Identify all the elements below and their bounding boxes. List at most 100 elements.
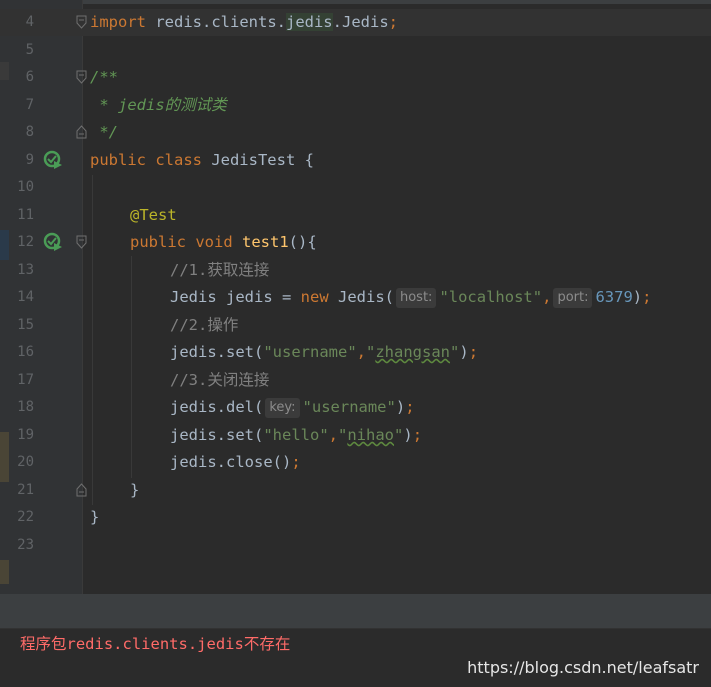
- string-literal: "hello": [263, 426, 329, 444]
- line-number: 15: [17, 317, 34, 333]
- quote: ": [338, 426, 348, 444]
- code-line[interactable]: 23: [0, 532, 711, 559]
- code-text[interactable]: public class JedisTest {: [90, 147, 314, 174]
- import-path: .Jedis: [332, 13, 389, 31]
- code-line[interactable]: 14 Jedis jedis = new Jedis(host: "localho…: [0, 284, 711, 311]
- code-line[interactable]: 15 //2.操作: [0, 312, 711, 339]
- fold-marker-icon[interactable]: [76, 235, 87, 249]
- declaration: Jedis jedis =: [170, 288, 301, 306]
- typo-string: zhangsan: [375, 343, 450, 361]
- code-text[interactable]: jedis.del(key: "username");: [170, 394, 415, 421]
- annotation: @Test: [130, 206, 177, 224]
- doc-comment: */: [90, 123, 118, 141]
- code-line[interactable]: 8 */: [0, 119, 711, 146]
- line-number: 20: [17, 454, 34, 470]
- error-suffix: 不存在: [243, 635, 291, 653]
- code-line[interactable]: 20 jedis.close();: [0, 449, 711, 476]
- keyword: new: [300, 288, 329, 306]
- doc-comment: /**: [90, 68, 118, 86]
- code-text[interactable]: @Test: [130, 202, 177, 229]
- line-comment: //3.关闭连接: [170, 371, 270, 389]
- code-editor[interactable]: 4 import redis.clients.jedis.Jedis; 5 6 …: [0, 0, 711, 594]
- quote: ": [450, 343, 460, 361]
- fold-end-icon[interactable]: [76, 125, 87, 139]
- code-text[interactable]: jedis.set("username","zhangsan");: [170, 339, 478, 366]
- class-name: JedisTest {: [201, 151, 314, 169]
- closing-brace: }: [90, 508, 100, 526]
- semicolon: ;: [405, 398, 415, 416]
- code-line[interactable]: 7 * jedis的测试类: [0, 92, 711, 119]
- semicolon: ;: [412, 426, 423, 444]
- line-number: 19: [17, 427, 34, 443]
- code-line[interactable]: 5: [0, 37, 711, 64]
- line-comment: //2.操作: [170, 316, 239, 334]
- line-number: 4: [25, 14, 34, 30]
- method-call: jedis.set(: [170, 426, 264, 444]
- close-paren: ): [403, 426, 413, 444]
- code-text[interactable]: import redis.clients.jedis.Jedis;: [90, 9, 398, 36]
- line-number: 6: [25, 69, 34, 85]
- line-number: 22: [17, 509, 34, 525]
- watermark: https://blog.csdn.net/leafsatr: [467, 658, 699, 677]
- import-keyword: import: [90, 13, 146, 31]
- code-line[interactable]: 12 public void test1(){: [0, 229, 711, 256]
- string-literal: "username": [263, 343, 357, 361]
- method-call: jedis.close(): [170, 453, 292, 471]
- code-line[interactable]: 22 }: [0, 504, 711, 531]
- code-line[interactable]: 6 /**: [0, 64, 711, 91]
- line-comment: //1.获取连接: [170, 261, 270, 279]
- keyword: public class: [90, 151, 202, 169]
- code-text[interactable]: Jedis jedis = new Jedis(host: "localhost"…: [170, 284, 651, 311]
- method-call: jedis.del(: [170, 398, 264, 416]
- fold-marker-icon[interactable]: [76, 15, 87, 29]
- code-line[interactable]: 19 jedis.set("hello","nihao");: [0, 422, 711, 449]
- quote: ": [394, 426, 404, 444]
- fold-marker-icon[interactable]: [76, 70, 87, 84]
- keyword: public void: [130, 233, 233, 251]
- method-name: test1: [242, 233, 289, 251]
- line-number: 10: [17, 179, 34, 195]
- line-number: 14: [17, 289, 34, 305]
- method-parens: (){: [288, 233, 317, 251]
- error-package: redis.clients.jedis: [66, 635, 244, 653]
- code-line[interactable]: 9 public class JedisTest {: [0, 147, 711, 174]
- code-text[interactable]: public void test1(){: [130, 229, 317, 256]
- line-number: 12: [17, 234, 34, 250]
- run-test-icon[interactable]: [42, 231, 64, 253]
- code-line[interactable]: 18 jedis.del(key: "username");: [0, 394, 711, 421]
- error-prefix: 程序包: [20, 635, 67, 653]
- doc-comment: * jedis的测试类: [90, 96, 227, 114]
- constructor-call: Jedis(: [328, 288, 394, 306]
- code-line[interactable]: 21 }: [0, 477, 711, 504]
- method-call: jedis.set(: [170, 343, 264, 361]
- semicolon: ;: [291, 453, 301, 471]
- line-number: 16: [17, 344, 34, 360]
- code-line[interactable]: 11 @Test: [0, 202, 711, 229]
- typo-string: nihao: [347, 426, 395, 444]
- code-line[interactable]: 16 jedis.set("username","zhangsan");: [0, 339, 711, 366]
- line-number: 18: [17, 399, 34, 415]
- code-line[interactable]: 13 //1.获取连接: [0, 257, 711, 284]
- code-line[interactable]: 4 import redis.clients.jedis.Jedis;: [0, 9, 711, 36]
- number-literal: 6379: [595, 288, 633, 306]
- close-paren: ): [459, 343, 469, 361]
- code-text[interactable]: jedis.set("hello","nihao");: [170, 422, 422, 449]
- top-toolbar-strip: [0, 0, 711, 4]
- parameter-hint: port:: [553, 288, 593, 308]
- comma: ,: [542, 288, 552, 306]
- code-text[interactable]: jedis.close();: [170, 449, 301, 476]
- run-test-icon[interactable]: [42, 149, 64, 171]
- line-number: 8: [25, 124, 34, 140]
- code-line[interactable]: 10: [0, 174, 711, 201]
- parameter-hint: key:: [265, 398, 300, 418]
- string-literal: "localhost": [439, 288, 543, 306]
- line-number: 11: [17, 207, 34, 223]
- line-number: 7: [25, 97, 34, 113]
- import-path-highlight: jedis: [285, 13, 333, 31]
- semicolon: ;: [468, 343, 479, 361]
- error-message-panel: 程序包redis.clients.jedis不存在 https://blog.c…: [0, 628, 711, 687]
- closing-brace: }: [130, 481, 140, 499]
- code-line[interactable]: 17 //3.关闭连接: [0, 367, 711, 394]
- fold-end-icon[interactable]: [76, 483, 87, 497]
- close-paren: ): [632, 288, 643, 306]
